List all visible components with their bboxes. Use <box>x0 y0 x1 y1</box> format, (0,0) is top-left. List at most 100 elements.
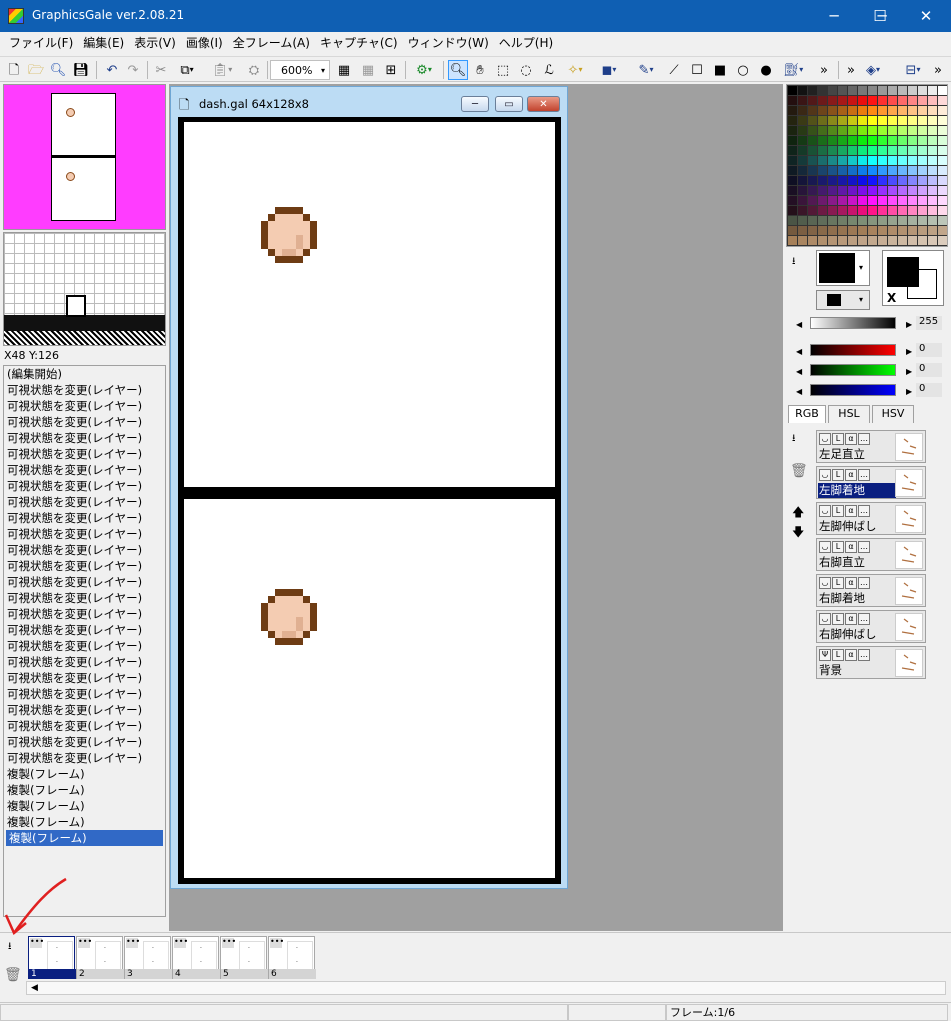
palette-swatch[interactable] <box>828 236 837 245</box>
palette-swatch[interactable] <box>938 86 947 95</box>
palette-swatch[interactable] <box>828 186 837 195</box>
grid-select-icon[interactable]: ⊞ <box>382 60 400 80</box>
palette-swatch[interactable] <box>908 116 917 125</box>
palette-swatch[interactable] <box>908 176 917 185</box>
palette-swatch[interactable] <box>938 156 947 165</box>
palette-swatch[interactable] <box>858 126 867 135</box>
palette-swatch[interactable] <box>878 136 887 145</box>
grid-icon[interactable]: ▦ <box>335 60 353 80</box>
link-icon[interactable]: L <box>832 469 844 481</box>
frame-scrollbar[interactable]: ◀ <box>26 981 946 995</box>
palette-swatch[interactable] <box>798 176 807 185</box>
tab-rgb[interactable]: RGB <box>788 405 826 423</box>
palette-swatch[interactable] <box>898 106 907 115</box>
palette-swatch[interactable] <box>818 116 827 125</box>
history-item[interactable]: 可視状態を変更(レイヤー) <box>4 606 165 622</box>
link-icon[interactable]: L <box>832 541 844 553</box>
frame-menu-icon[interactable]: ••• <box>174 938 188 948</box>
palette-swatch[interactable] <box>808 226 817 235</box>
palette-swatch[interactable] <box>848 186 857 195</box>
preview-panel[interactable] <box>3 84 166 230</box>
brightness-slider[interactable] <box>810 317 896 329</box>
palette-swatch[interactable] <box>828 166 837 175</box>
history-item[interactable]: 可視状態を変更(レイヤー) <box>4 462 165 478</box>
palette-swatch[interactable] <box>788 146 797 155</box>
hand-tool-icon[interactable]: ✋︎ <box>471 60 489 80</box>
palette-swatch[interactable] <box>908 126 917 135</box>
palette-swatch[interactable] <box>888 86 897 95</box>
palette-swatch[interactable] <box>818 156 827 165</box>
palette-swatch[interactable] <box>848 116 857 125</box>
palette-swatch[interactable] <box>938 146 947 155</box>
palette-swatch[interactable] <box>838 206 847 215</box>
palette-swatch[interactable] <box>848 206 857 215</box>
link-icon[interactable]: L <box>832 613 844 625</box>
palette-swatch[interactable] <box>868 116 877 125</box>
trash-frame-icon[interactable]: 🗑︎ <box>4 967 22 983</box>
palette-swatch[interactable] <box>928 216 937 225</box>
history-item[interactable]: 可視状態を変更(レイヤー) <box>4 446 165 462</box>
eye-icon[interactable]: ◡ <box>819 433 831 445</box>
fg-bg-swatch[interactable]: X <box>882 250 944 306</box>
frame-menu-icon[interactable]: ••• <box>222 938 236 948</box>
layer-menu-icon[interactable]: … <box>858 505 870 517</box>
palette-swatch[interactable] <box>898 176 907 185</box>
lock-icon[interactable]: Ψ <box>819 649 831 661</box>
palette-swatch[interactable] <box>848 176 857 185</box>
palette-swatch[interactable] <box>798 156 807 165</box>
layer-menu-icon[interactable]: … <box>858 649 870 661</box>
history-item[interactable]: 可視状態を変更(レイヤー) <box>4 478 165 494</box>
palette-swatch[interactable] <box>788 166 797 175</box>
palette-swatch[interactable] <box>808 216 817 225</box>
palette-swatch[interactable] <box>788 216 797 225</box>
document-minimize-button[interactable]: ─ <box>461 96 489 112</box>
layer-item[interactable]: Ψ Lα… 背景 <box>816 646 926 679</box>
palette-swatch[interactable] <box>938 176 947 185</box>
palette-swatch[interactable] <box>928 116 937 125</box>
palette-swatch[interactable] <box>808 176 817 185</box>
alpha-icon[interactable]: α <box>845 505 857 517</box>
palette-swatch[interactable] <box>888 196 897 205</box>
palette-swatch[interactable] <box>828 176 837 185</box>
frame-thumbnail[interactable]: ••• · · 1 <box>28 936 76 979</box>
palette-swatch[interactable] <box>878 216 887 225</box>
palette-swatch[interactable] <box>798 166 807 175</box>
layer-item[interactable]: ◡ Lα… 右脚着地 <box>816 574 926 607</box>
gear-icon[interactable]: ⚙ ▾ <box>410 60 438 80</box>
alpha-icon[interactable]: α <box>845 541 857 553</box>
palette-swatch[interactable] <box>798 196 807 205</box>
menu-capture[interactable]: キャプチャ(C) <box>315 32 403 54</box>
palette-swatch[interactable] <box>918 126 927 135</box>
palette-swatch[interactable] <box>808 96 817 105</box>
history-item[interactable]: 可視状態を変更(レイヤー) <box>4 622 165 638</box>
palette-swatch[interactable] <box>928 86 937 95</box>
canvas-cell-bottom[interactable] <box>184 499 555 878</box>
frame-thumbnail[interactable]: ••• · · 6 <box>268 936 316 979</box>
palette-swatch[interactable] <box>808 236 817 245</box>
palette-swatch[interactable] <box>838 216 847 225</box>
palette-swatch[interactable] <box>918 236 927 245</box>
palette-swatch[interactable] <box>828 126 837 135</box>
palette-swatch[interactable] <box>918 106 927 115</box>
palette-swatch[interactable] <box>798 186 807 195</box>
palette-swatch[interactable] <box>918 216 927 225</box>
palette-swatch[interactable] <box>908 156 917 165</box>
palette-swatch[interactable] <box>808 116 817 125</box>
palette-swatch[interactable] <box>938 236 947 245</box>
maximize-button[interactable]: ☐ <box>857 0 903 32</box>
palette-swatch[interactable] <box>858 176 867 185</box>
blue-slider[interactable] <box>810 384 896 396</box>
palette-swatch[interactable] <box>928 236 937 245</box>
palette-swatch[interactable] <box>908 106 917 115</box>
frame-thumbnail[interactable]: ••• · · 2 <box>76 936 124 979</box>
palette-swatch[interactable] <box>928 176 937 185</box>
document-close-button[interactable]: ✕ <box>527 96 560 112</box>
eye-icon[interactable]: ◡ <box>819 577 831 589</box>
menu-image[interactable]: 画像(I) <box>181 32 228 54</box>
history-item[interactable]: 複製(フレーム) <box>4 766 165 782</box>
menu-window[interactable]: ウィンドウ(W) <box>403 32 494 54</box>
history-item[interactable]: (編集開始) <box>4 366 165 382</box>
history-item[interactable]: 可視状態を変更(レイヤー) <box>4 542 165 558</box>
palette-swatch[interactable] <box>788 96 797 105</box>
palette-swatch[interactable] <box>838 86 847 95</box>
